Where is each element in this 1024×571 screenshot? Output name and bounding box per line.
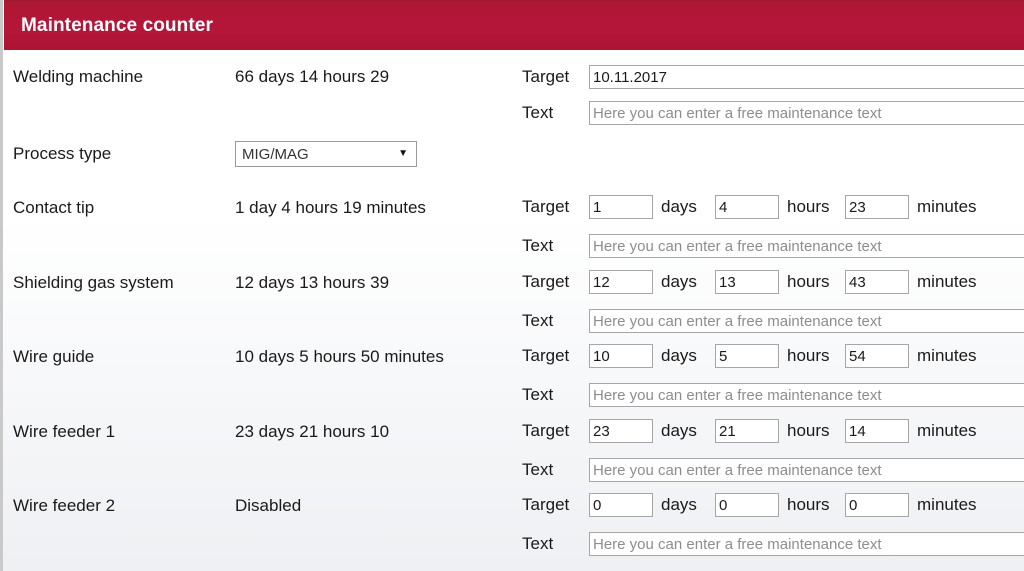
shielding-gas-system-target-label: Target <box>522 272 570 291</box>
row-contact-tip: Contact tip 1 day 4 hours 19 minutes <box>3 193 515 223</box>
shielding-gas-system-text-label: Text <box>522 311 554 330</box>
shielding-gas-system-minutes-input[interactable] <box>845 270 909 294</box>
contact-tip-hours-input[interactable] <box>715 195 779 219</box>
wire-guide-days-unit: days <box>661 346 697 365</box>
wire-guide-text-label: Text <box>522 385 554 404</box>
contact-tip-text-label: Text <box>522 236 554 255</box>
row-shielding-gas-system: Shielding gas system 12 days 13 hours 39 <box>3 268 515 298</box>
wire-feeder-1-target-row: Target days hours minutes <box>515 417 989 445</box>
contact-tip-free-text-input[interactable] <box>589 234 1024 258</box>
welding-machine-text-row: Text <box>515 99 1024 127</box>
wire-feeder-2-free-text-input[interactable] <box>589 532 1024 556</box>
welding-machine-text-label: Text <box>522 103 554 122</box>
contact-tip-text-row: Text <box>515 232 1024 260</box>
contact-tip-days-unit: days <box>661 197 697 216</box>
counters-left-column: Welding machine 66 days 14 hours 29 Proc… <box>3 50 515 571</box>
contact-tip-label: Contact tip <box>13 198 95 217</box>
wire-feeder-1-target-label: Target <box>522 421 570 440</box>
wire-feeder-1-text-label: Text <box>522 460 554 479</box>
wire-feeder-2-target-row: Target days hours minutes <box>515 491 989 519</box>
wire-guide-days-input[interactable] <box>589 344 653 368</box>
wire-feeder-2-hours-input[interactable] <box>715 493 779 517</box>
wire-feeder-2-text-label: Text <box>522 534 554 553</box>
contact-tip-hours-unit: hours <box>787 197 830 216</box>
wire-feeder-2-hours-unit: hours <box>787 495 830 514</box>
wire-guide-minutes-unit: minutes <box>917 346 977 365</box>
page-content: Welding machine 66 days 14 hours 29 Proc… <box>3 50 1024 571</box>
contact-tip-target-label: Target <box>522 197 570 216</box>
wire-feeder-1-value: 23 days 21 hours 10 <box>235 422 390 441</box>
contact-tip-target-row: Target days hours minutes <box>515 193 989 221</box>
welding-machine-free-text-input[interactable] <box>589 101 1024 125</box>
welding-machine-value: 66 days 14 hours 29 <box>235 67 390 86</box>
contact-tip-minutes-input[interactable] <box>845 195 909 219</box>
shielding-gas-system-value: 12 days 13 hours 39 <box>235 273 390 292</box>
shielding-gas-system-label: Shielding gas system <box>13 273 174 292</box>
wire-feeder-1-days-unit: days <box>661 421 697 440</box>
page-header-bar: Maintenance counter <box>4 0 1024 50</box>
wire-feeder-1-hours-unit: hours <box>787 421 830 440</box>
maintenance-counter-page: Maintenance counter Welding machine 66 d… <box>0 0 1024 571</box>
wire-feeder-2-minutes-input[interactable] <box>845 493 909 517</box>
wire-feeder-1-free-text-input[interactable] <box>589 458 1024 482</box>
process-type-selected-value: MIG/MAG <box>242 145 309 163</box>
wire-guide-hours-unit: hours <box>787 346 830 365</box>
wire-guide-hours-input[interactable] <box>715 344 779 368</box>
row-wire-feeder-1: Wire feeder 1 23 days 21 hours 10 <box>3 417 515 447</box>
wire-feeder-2-value: Disabled <box>235 496 302 515</box>
welding-machine-target-row: Target <box>515 63 1024 91</box>
row-wire-guide: Wire guide 10 days 5 hours 50 minutes <box>3 342 515 372</box>
wire-guide-target-label: Target <box>522 346 570 365</box>
welding-machine-target-date-input[interactable] <box>589 65 1024 89</box>
row-welding-machine: Welding machine 66 days 14 hours 29 <box>3 62 515 92</box>
row-process-type: Process type MIG/MAG ▼ <box>3 139 515 169</box>
chevron-down-icon: ▼ <box>398 148 408 159</box>
shielding-gas-system-days-unit: days <box>661 272 697 291</box>
welding-machine-label: Welding machine <box>13 67 144 86</box>
wire-feeder-2-days-unit: days <box>661 495 697 514</box>
shielding-gas-system-hours-unit: hours <box>787 272 830 291</box>
counters-right-column: Target Text Target days hours minutes Te… <box>515 50 1024 571</box>
wire-guide-label: Wire guide <box>13 347 95 366</box>
page-title: Maintenance counter <box>21 15 213 36</box>
welding-machine-target-label: Target <box>522 67 570 86</box>
wire-feeder-1-text-row: Text <box>515 456 1024 484</box>
shielding-gas-system-days-input[interactable] <box>589 270 653 294</box>
contact-tip-minutes-unit: minutes <box>917 197 977 216</box>
contact-tip-days-input[interactable] <box>589 195 653 219</box>
shielding-gas-system-minutes-unit: minutes <box>917 272 977 291</box>
shielding-gas-system-target-row: Target days hours minutes <box>515 268 989 296</box>
wire-feeder-1-label: Wire feeder 1 <box>13 422 116 441</box>
wire-guide-free-text-input[interactable] <box>589 383 1024 407</box>
wire-feeder-1-hours-input[interactable] <box>715 419 779 443</box>
shielding-gas-system-hours-input[interactable] <box>715 270 779 294</box>
wire-feeder-1-minutes-unit: minutes <box>917 421 977 440</box>
wire-guide-text-row: Text <box>515 381 1024 409</box>
wire-feeder-2-text-row: Text <box>515 530 1024 558</box>
wire-guide-target-row: Target days hours minutes <box>515 342 989 370</box>
contact-tip-value: 1 day 4 hours 19 minutes <box>235 198 426 217</box>
row-wire-feeder-2: Wire feeder 2 Disabled <box>3 491 515 521</box>
wire-feeder-1-days-input[interactable] <box>589 419 653 443</box>
wire-guide-minutes-input[interactable] <box>845 344 909 368</box>
process-type-label: Process type <box>13 144 112 163</box>
shielding-gas-system-text-row: Text <box>515 307 1024 335</box>
wire-feeder-2-label: Wire feeder 2 <box>13 496 116 515</box>
shielding-gas-system-free-text-input[interactable] <box>589 309 1024 333</box>
wire-feeder-1-minutes-input[interactable] <box>845 419 909 443</box>
wire-feeder-2-target-label: Target <box>522 495 570 514</box>
wire-feeder-2-minutes-unit: minutes <box>917 495 977 514</box>
process-type-select[interactable]: MIG/MAG ▼ <box>235 141 417 167</box>
wire-feeder-2-days-input[interactable] <box>589 493 653 517</box>
wire-guide-value: 10 days 5 hours 50 minutes <box>235 347 444 366</box>
